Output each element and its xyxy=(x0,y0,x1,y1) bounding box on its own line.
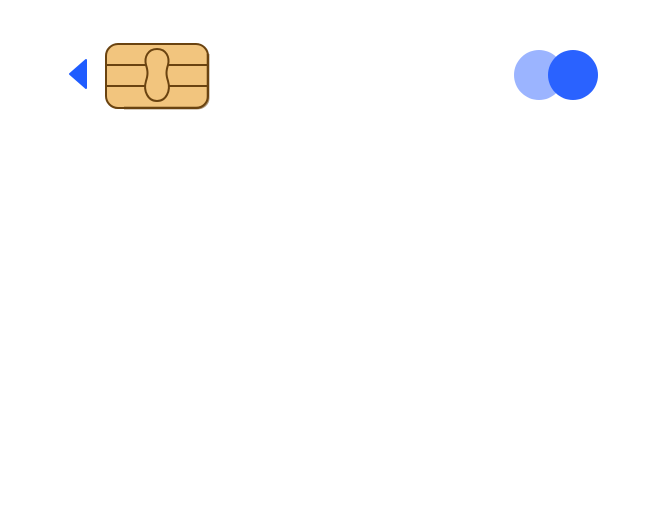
card-network-logo-icon xyxy=(512,48,602,102)
emv-chip-icon xyxy=(104,42,210,110)
card-face xyxy=(0,0,662,522)
card-screen xyxy=(0,0,662,522)
back-button[interactable] xyxy=(66,56,90,92)
chevron-left-icon xyxy=(69,59,87,89)
